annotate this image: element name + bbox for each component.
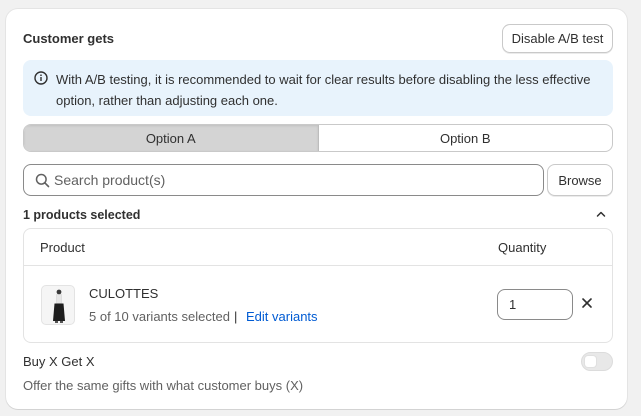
search-field: [23, 164, 544, 196]
browse-button[interactable]: Browse: [547, 164, 613, 196]
products-selected-count: 1 products selected: [23, 208, 141, 222]
option-b-tab[interactable]: Option B: [319, 125, 613, 151]
product-image-icon: [53, 289, 65, 323]
option-segmented-control: Option A Option B: [23, 124, 613, 152]
banner-text: With A/B testing, it is recommended to w…: [56, 72, 591, 108]
info-banner: With A/B testing, it is recommended to w…: [23, 60, 613, 116]
quantity-input[interactable]: [497, 289, 573, 320]
product-name: CULOTTES: [89, 286, 159, 301]
option-a-tab[interactable]: Option A: [24, 125, 319, 151]
product-thumbnail: [41, 285, 75, 325]
chevron-up-icon[interactable]: [594, 207, 608, 221]
buy-x-get-x-toggle[interactable]: [581, 352, 613, 371]
column-header-product: Product: [40, 240, 85, 255]
selected-products-table: Product Quantity CULOTTES 5 of 10 varian…: [23, 228, 613, 343]
disable-ab-test-button[interactable]: Disable A/B test: [502, 24, 613, 53]
close-icon[interactable]: [581, 297, 593, 309]
edit-variants-link[interactable]: Edit variants: [246, 309, 318, 324]
search-icon: [35, 173, 50, 188]
column-header-quantity: Quantity: [498, 240, 547, 255]
separator: |: [234, 309, 238, 324]
variants-selected-text: 5 of 10 variants selected: [89, 309, 230, 324]
buy-x-get-x-label: Buy X Get X: [23, 354, 95, 369]
search-product-input[interactable]: [54, 165, 534, 195]
toggle-knob: [585, 356, 596, 367]
table-header: Product Quantity: [24, 229, 612, 266]
customer-gets-card: Customer gets Disable A/B test With A/B …: [6, 9, 627, 409]
section-title: Customer gets: [23, 31, 115, 46]
info-icon: [34, 71, 48, 85]
buy-x-get-x-description: Offer the same gifts with what customer …: [23, 378, 304, 393]
